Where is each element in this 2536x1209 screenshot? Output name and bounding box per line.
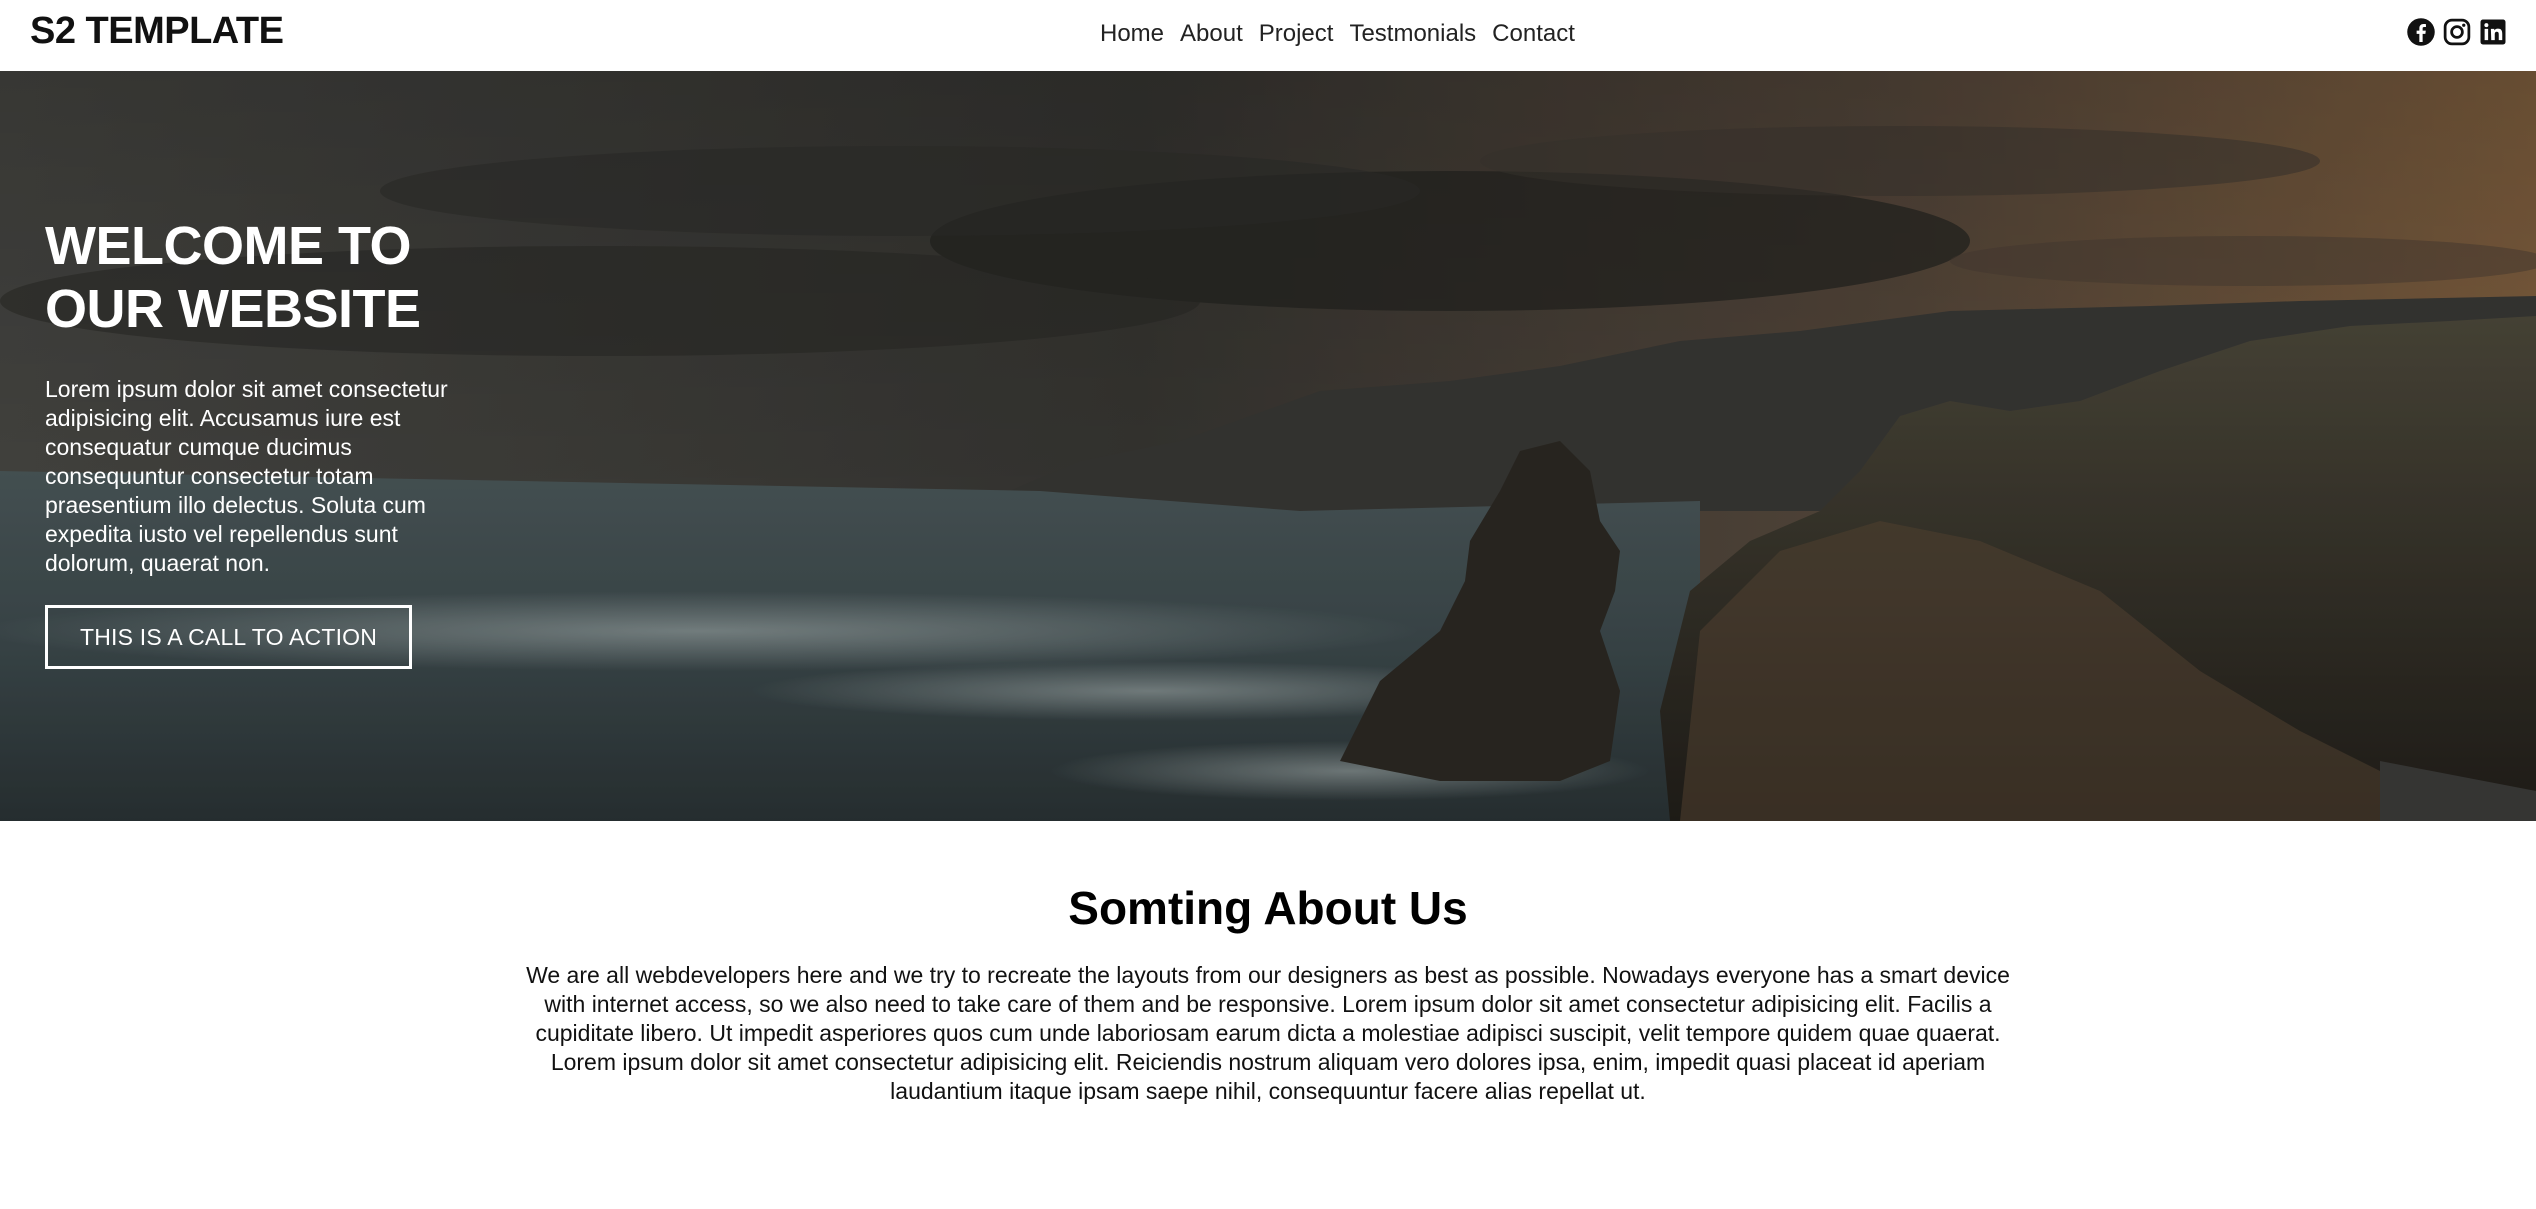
hero-section: WELCOME TO OUR WEBSITE Lorem ipsum dolor… xyxy=(0,71,2536,821)
nav-link-project[interactable]: Project xyxy=(1251,16,1342,52)
navbar: S2 TEMPLATE Home About Project Testmonia… xyxy=(0,0,2536,72)
main-nav: Home About Project Testmonials Contact xyxy=(1100,16,1583,52)
about-section: Somting About Us We are all webdeveloper… xyxy=(0,821,2536,1106)
brand-logo[interactable]: S2 TEMPLATE xyxy=(30,10,284,53)
hero-content: WELCOME TO OUR WEBSITE Lorem ipsum dolor… xyxy=(45,215,465,669)
social-links xyxy=(2406,17,2508,47)
call-to-action-button[interactable]: THIS IS A CALL TO ACTION xyxy=(45,605,413,669)
hero-title: WELCOME TO OUR WEBSITE xyxy=(45,216,421,339)
facebook-icon[interactable] xyxy=(2406,17,2436,47)
hero-description: Lorem ipsum dolor sit amet consectetur a… xyxy=(45,376,448,576)
nav-link-about[interactable]: About xyxy=(1172,16,1251,52)
linkedin-icon[interactable] xyxy=(2478,17,2508,47)
instagram-icon[interactable] xyxy=(2442,17,2472,47)
page: S2 TEMPLATE Home About Project Testmonia… xyxy=(0,0,2536,1209)
about-description: We are all webdevelopers here and we try… xyxy=(526,962,2010,1104)
about-title: Somting About Us xyxy=(1068,882,1468,934)
nav-link-home[interactable]: Home xyxy=(1100,16,1172,52)
nav-link-testmonials[interactable]: Testmonials xyxy=(1341,16,1484,52)
nav-link-contact[interactable]: Contact xyxy=(1484,16,1583,52)
